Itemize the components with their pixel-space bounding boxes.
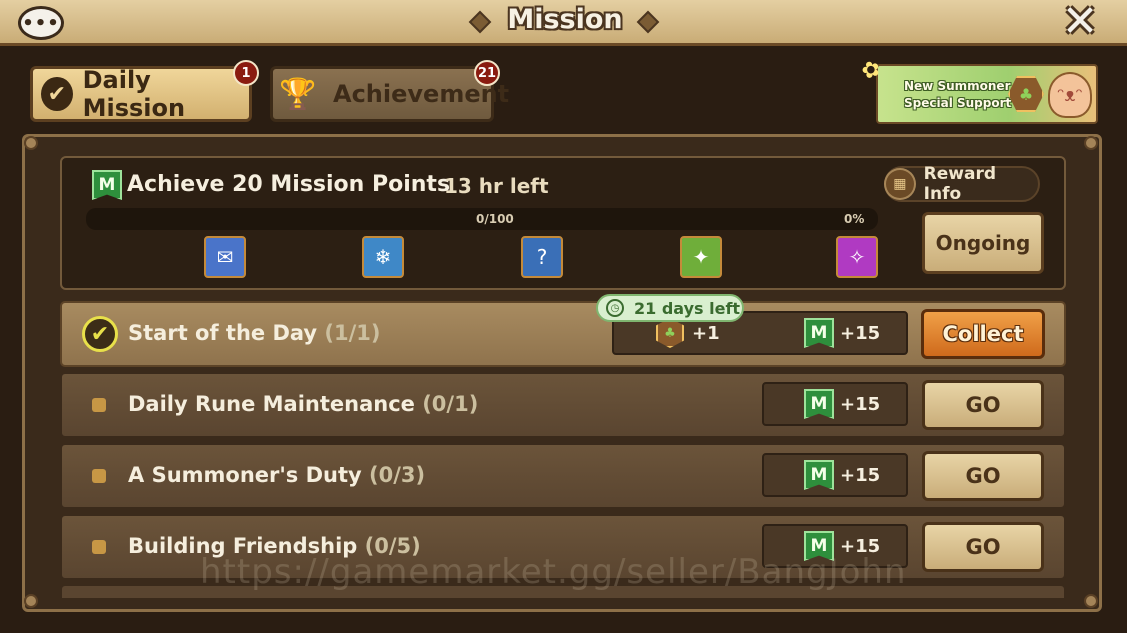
check-icon: ✔ <box>41 77 73 111</box>
mission-progress: (0/1) <box>422 392 479 416</box>
mystery-scroll-icon[interactable]: ? <box>521 236 563 278</box>
panel-corner-ornament <box>24 136 38 150</box>
trophy-icon: 🏆 <box>279 76 317 112</box>
reward-chest-icon: ▦ <box>884 168 916 200</box>
promo-text: New Summoner Special Support <box>904 78 1014 112</box>
bullet-icon <box>92 540 106 554</box>
daily-mission-badge: 1 <box>233 60 259 86</box>
collect-button[interactable]: Collect <box>921 309 1045 359</box>
chat-bubble-icon[interactable]: ••• <box>18 6 64 40</box>
blue-scroll-icon[interactable]: ✉ <box>204 236 246 278</box>
reward-info-button[interactable]: ▦ Reward Info <box>884 164 1040 204</box>
promo-line-1: New Summoner <box>904 79 1011 93</box>
mission-title: Daily Rune Maintenance (0/1) <box>128 392 478 416</box>
panel-corner-ornament <box>24 594 38 608</box>
page-title: Mission <box>507 4 623 35</box>
progress-text: 0/100 <box>476 212 514 226</box>
reward-info-label: Reward Info <box>923 164 997 204</box>
mission-progress: (1/1) <box>324 321 381 345</box>
ice-scroll-icon[interactable]: ❄ <box>362 236 404 278</box>
new-summoner-support-banner[interactable]: New Summoner Special Support ♣ ᵔᴥᵔ <box>876 64 1098 124</box>
ongoing-button[interactable]: Ongoing <box>922 212 1044 274</box>
devilmon-scroll-icon[interactable]: ✧ <box>836 236 878 278</box>
tab-label: Daily Mission <box>82 66 186 122</box>
reward-slot <box>762 382 908 426</box>
points-reward-value: +15 <box>840 465 881 486</box>
go-button[interactable]: GO <box>922 380 1044 430</box>
mission-name: Start of the Day <box>128 321 318 345</box>
mission-title: Start of the Day (1/1) <box>128 321 381 345</box>
close-icon[interactable]: ✕ <box>1058 0 1102 44</box>
panel-corner-ornament <box>1084 136 1098 150</box>
mission-points-title: Achieve 20 Mission Points <box>127 172 451 197</box>
bullet-icon <box>92 398 106 412</box>
achievement-badge: 21 <box>474 60 500 86</box>
points-reward-value: +15 <box>840 323 881 344</box>
go-button[interactable]: GO <box>922 451 1044 501</box>
summon-scroll-icon[interactable]: ✦ <box>680 236 722 278</box>
time-left: 13 hr left <box>444 174 549 198</box>
mission-progress: (0/3) <box>369 463 426 487</box>
days-left-text: 21 days left <box>634 298 741 318</box>
mission-name: Daily Rune Maintenance <box>128 392 415 416</box>
bullet-icon <box>92 469 106 483</box>
panel-corner-ornament <box>1084 594 1098 608</box>
progress-percent: 0% <box>844 212 865 226</box>
tab-achievement[interactable]: 🏆 Achievement <box>270 66 509 122</box>
reward-slot <box>762 453 908 497</box>
watermark-text: https://gamemarket.gg/seller/BangJohn <box>200 552 907 592</box>
points-reward-value: +15 <box>840 394 881 415</box>
promo-line-2: Special Support <box>904 96 1012 110</box>
tab-daily-mission[interactable]: ✔ Daily Mission <box>30 66 252 122</box>
go-button[interactable]: GO <box>922 522 1044 572</box>
mission-name: A Summoner's Duty <box>128 463 362 487</box>
clock-icon: ◷ <box>606 299 624 317</box>
days-left-tooltip: ◷ 21 days left <box>596 294 744 322</box>
mission-title: A Summoner's Duty (0/3) <box>128 463 425 487</box>
item-reward-value: +1 <box>692 323 720 344</box>
check-circle-icon: ✔ <box>82 316 118 352</box>
mascot-icon: ᵔᴥᵔ <box>1048 72 1092 118</box>
